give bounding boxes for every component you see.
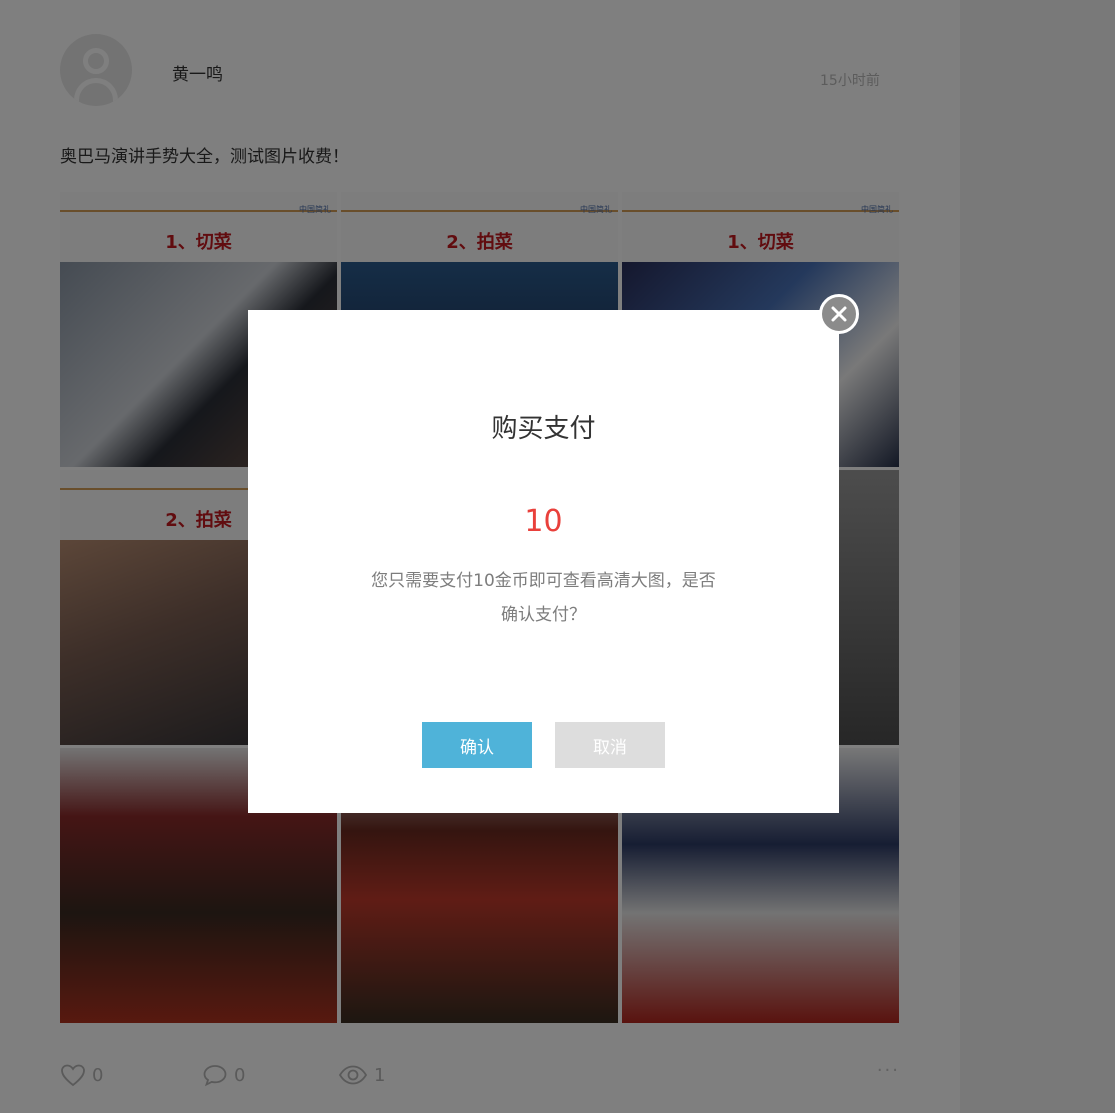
dialog-title: 购买支付: [491, 414, 596, 444]
confirm-button[interactable]: 确认: [422, 722, 532, 768]
close-dialog-button[interactable]: [819, 294, 859, 334]
dialog-description: 您只需要支付10金币即可查看高清大图，是否确认支付？: [371, 571, 716, 625]
payment-dialog: 购买支付 10 您只需要支付10金币即可查看高清大图，是否确认支付？ 确认 取消: [248, 310, 839, 813]
payment-amount: 10: [524, 504, 563, 539]
cancel-button[interactable]: 取消: [555, 722, 665, 768]
close-icon: [831, 306, 847, 322]
